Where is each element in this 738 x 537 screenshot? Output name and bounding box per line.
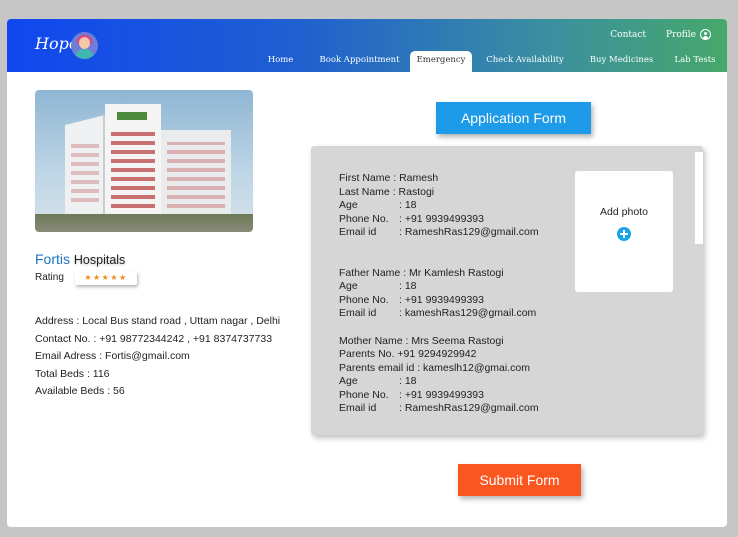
mother-age-value: : 18 (399, 375, 417, 387)
mother-age-label: Age (339, 375, 358, 387)
father-phone-value: : +91 9939499393 (399, 293, 484, 306)
add-photo-label: Add photo (600, 206, 648, 218)
father-email-value: : kameshRas129@gmail.com (399, 307, 537, 319)
father-phone-label: Phone No. (339, 293, 389, 306)
user-icon (700, 29, 711, 40)
father-age-label: Age (339, 280, 358, 292)
plus-icon[interactable] (617, 227, 631, 241)
profile-label: Profile (666, 29, 696, 40)
patient-last-name: Last Name : Rastogi (339, 185, 435, 198)
nav-check-availability[interactable]: Check Availability (472, 51, 578, 72)
nav-home[interactable]: Home (252, 51, 309, 72)
hospital-email: Email Adress : Fortis@gmail.com (35, 350, 190, 362)
nav-emergency[interactable]: Emergency (410, 51, 472, 72)
add-photo-card[interactable]: Add photo (575, 171, 673, 292)
parents-email: Parents email id : kameslh12@gmai.com (339, 361, 530, 374)
mother-phone-value: : +91 9939499393 (399, 388, 484, 401)
avatar-icon (71, 32, 98, 59)
patient-phone-label: Phone No. (339, 212, 389, 225)
mother-section: Mother Name : Mrs Seema Rastogi Parents … (339, 335, 539, 416)
hospital-brand-name: Fortis (35, 251, 70, 267)
hospital-info: Address : Local Bus stand road , Uttam n… (35, 313, 280, 401)
patient-age-label: Age (339, 199, 358, 211)
application-form-panel: First Name : Ramesh Last Name : Rastogi … (311, 146, 703, 435)
father-name: Father Name : Mr Kamlesh Rastogi (339, 266, 504, 279)
top-links: Contact Profile (610, 29, 711, 40)
contact-link[interactable]: Contact (610, 30, 646, 40)
app-window: Hope Contact Profile Home Book Appointme… (7, 19, 727, 527)
mother-email-label: Email id (339, 402, 377, 414)
hospital-total-beds: Total Beds : 116 (35, 367, 110, 380)
patient-phone-value: : +91 9939499393 (399, 212, 484, 225)
patient-section: First Name : Ramesh Last Name : Rastogi … (339, 172, 539, 240)
form-scrollbar[interactable] (695, 152, 703, 244)
header-bar: Hope Contact Profile Home Book Appointme… (7, 19, 727, 72)
father-section: Father Name : Mr Kamlesh Rastogi Age : 18… (339, 267, 539, 321)
submit-form-button[interactable]: Submit Form (458, 464, 581, 496)
hospital-photo (35, 90, 253, 232)
hospital-address: Address : Local Bus stand road , Uttam n… (35, 315, 281, 327)
mother-name: Mother Name : Mrs Seema Rastogi (339, 334, 504, 347)
nav-lab-tests[interactable]: Lab Tests (665, 51, 725, 72)
form-details: First Name : Ramesh Last Name : Rastogi … (339, 172, 539, 435)
application-form-title: Application Form (436, 102, 591, 134)
father-age-value: : 18 (399, 280, 417, 292)
father-email-label: Email id (339, 307, 377, 319)
hospital-name-word: Hospitals (73, 253, 126, 267)
hospital-contact: Contact No. : +91 98772344242 , +91 8374… (35, 332, 273, 345)
rating-label: Rating (35, 272, 64, 283)
hospital-available-beds: Available Beds : 56 (35, 385, 125, 397)
patient-email-value: : RameshRas129@gmail.com (399, 226, 539, 238)
profile-link[interactable]: Profile (666, 29, 711, 40)
rating-stars: ★★★★★ (75, 271, 137, 285)
nav-book-appointment[interactable]: Book Appointment (309, 51, 410, 72)
mother-email-value: : RameshRas129@gmail.com (399, 402, 539, 414)
parents-number: Parents No. +91 9294929942 (339, 348, 477, 360)
hospital-name: Fortis Hospitals (35, 251, 125, 267)
patient-email-label: Email id (339, 226, 377, 238)
main-nav: Home Book Appointment Emergency Check Av… (252, 51, 725, 72)
patient-first-name: First Name : Ramesh (339, 172, 439, 184)
patient-age-value: : 18 (399, 199, 417, 211)
nav-buy-medicines[interactable]: Buy Medicines (578, 51, 665, 72)
mother-phone-label: Phone No. (339, 388, 389, 401)
